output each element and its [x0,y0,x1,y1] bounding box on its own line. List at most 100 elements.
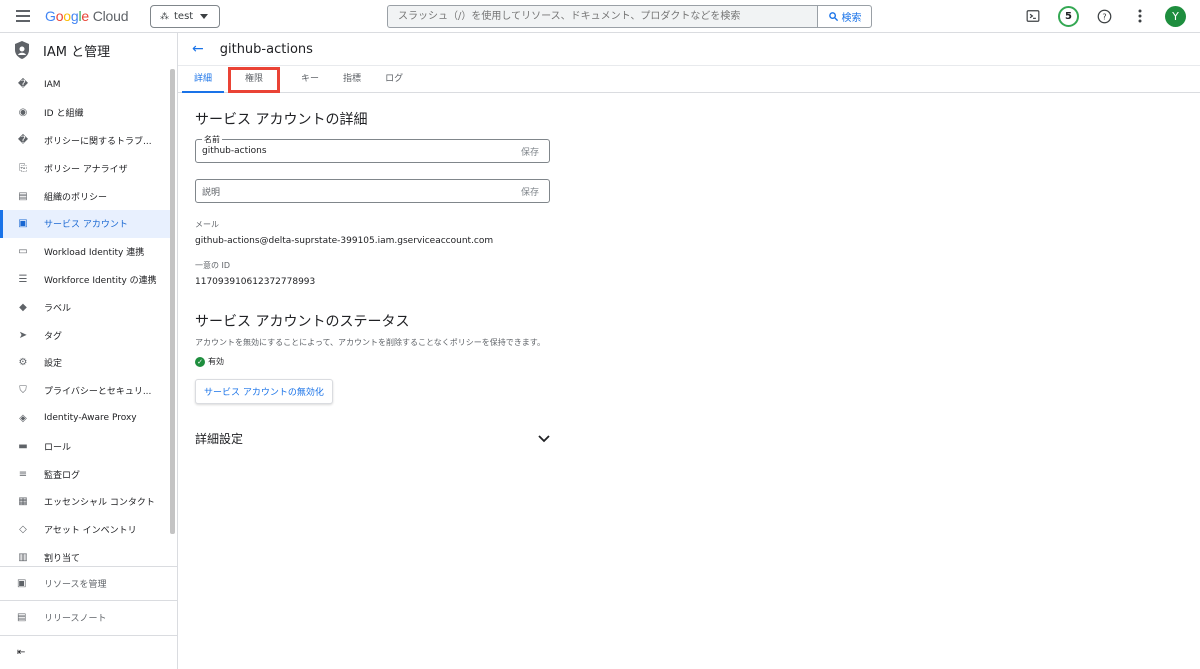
sidebar-item[interactable]: ◆ ラベル [0,293,170,321]
sidebar-item[interactable]: ⎘ ポリシー アナライザ [0,154,170,182]
sidebar-item-label: Identity-Aware Proxy [44,413,137,424]
status-badge: ✓ 有効 [195,356,555,367]
sidebar-item-label: プライバシーとセキュリ... [44,387,152,398]
wrench-icon: � [17,134,29,146]
cloud-shell-icon[interactable] [1022,5,1044,27]
disable-account-button[interactable]: サービス アカウントの無効化 [195,379,333,404]
sidebar-item[interactable]: ◇ アセット インベントリ [0,516,170,544]
sidebar-item-label: ID と組織 [44,109,84,120]
search-icon [828,12,838,22]
sidebar-item-label: ラベル [44,303,72,314]
iam-shield-icon [15,41,29,59]
search-bar: 検索 [387,5,872,28]
search-input[interactable] [388,6,817,27]
description-placeholder[interactable]: 説明 [202,185,521,198]
sidebar-item[interactable]: � IAM [0,71,170,99]
sidebar-item-label: エッセンシャル コンタクト [44,498,155,509]
tab-3[interactable]: 指標 [331,67,373,93]
label-icon: ◆ [19,301,27,313]
google-cloud-logo[interactable]: Google Cloud [45,8,128,24]
top-icons: 5 ? Y [1022,5,1186,27]
service-account-icon: ▣ [18,218,28,230]
quota-icon: ▥ [18,551,28,563]
avatar[interactable]: Y [1165,5,1186,27]
status-value: 有効 [208,357,224,366]
sidebar-item-label: 組織のポリシー [44,192,108,203]
sidebar-item-label: ポリシー アナライザ [44,164,128,175]
back-arrow-icon[interactable]: ← [192,41,204,57]
id-card-icon: ▭ [18,246,28,258]
more-vert-icon[interactable] [1129,5,1151,27]
sidebar-item-manage-resources[interactable]: ▣ リソースを管理 [0,566,178,600]
email-value: github-actions@delta-suprstate-399105.ia… [195,236,494,246]
logo-cloud-text: Cloud [92,8,129,24]
help-icon[interactable]: ? [1093,5,1115,27]
name-save-button[interactable]: 保存 [521,145,539,158]
sidebar-item-release-notes[interactable]: ▤ リリースノート [0,600,178,634]
sidebar-item[interactable]: ☰ Workforce Identity の連携 [0,266,170,294]
account-circle-icon: ◉ [18,107,28,119]
analyzer-icon: ⎘ [19,162,27,174]
shield-icon: ⛉ [19,385,27,397]
release-notes-icon: ▤ [17,612,27,623]
sidebar-item[interactable]: ▬ ロール [0,432,170,460]
search-button[interactable]: 検索 [817,6,871,27]
logo-google-text: Google [45,8,89,24]
diamond-icon: ◇ [19,524,27,536]
sidebar-item-label: 割り当て [44,553,81,564]
tab-0[interactable]: 詳細 [182,67,225,93]
sidebar-item[interactable]: ▤ 組織のポリシー [0,182,170,210]
sidebar-item[interactable]: ▦ エッセンシャル コンタクト [0,488,170,516]
collapse-icon: ⇤ [17,647,26,658]
status-description: アカウントを無効にすることによって、アカウントを削除することなくポリシーを保持で… [195,338,545,347]
project-picker[interactable]: ⁂ test [150,5,220,28]
sidebar-item[interactable]: � ポリシーに関するトラブ... [0,127,170,155]
sidebar-item-label: Workforce Identity の連携 [44,275,157,286]
gear-icon: ⚙ [18,357,28,369]
name-field-label: 名前 [202,134,222,145]
menu-icon[interactable] [16,10,30,22]
tab-bar: 詳細 権限 キー 指標 ログ [178,67,1200,93]
email-label: メール [195,220,219,229]
name-field[interactable]: 名前 github-actions 保存 [195,134,550,163]
chevron-down-icon [538,434,550,442]
hat-icon: ▬ [18,440,28,452]
sidebar-item-label: アセット インベントリ [44,526,137,537]
advanced-settings-toggle[interactable]: 詳細設定 [195,430,550,447]
manage-resources-label: リソースを管理 [44,580,107,590]
sidebar-collapse[interactable]: ⇤ [0,635,178,669]
sidebar-header: IAM と管理 [0,33,177,67]
sidebar-item[interactable]: ▣ サービス アカウント [0,209,170,238]
main-content: ← github-actions 詳細 権限 キー 指標 ログ サービス アカウントの詳… [178,33,1200,669]
unique-id-value: 117093910612372778993 [195,277,316,287]
tab-2[interactable]: キー [289,67,331,93]
sidebar-nav: � IAM ◉ ID と組織 � ポリシーに関するトラブ... ⎘ ポリシー アナライザ ▤ 組織… [0,71,170,571]
description-save-button[interactable]: 保存 [521,185,539,198]
details-content: サービス アカウントの詳細 名前 github-actions 保存 説明 保存… [195,109,555,447]
sidebar-item-label: タグ [44,331,63,342]
check-circle-icon: ✓ [195,356,205,367]
sidebar-item[interactable]: ◈ Identity-Aware Proxy [0,405,170,433]
sidebar-item[interactable]: ⚙ 設定 [0,349,170,377]
sidebar-item[interactable]: ▭ Workload Identity 連携 [0,238,170,266]
list-icon: ☰ [18,273,28,285]
caret-down-icon [200,14,209,19]
sidebar-item-label: ポリシーに関するトラブ... [44,136,152,147]
name-field-value[interactable]: github-actions [202,146,521,156]
sidebar-item[interactable]: ◉ ID と組織 [0,99,170,127]
sidebar-item[interactable]: ⛉ プライバシーとセキュリ... [0,377,170,405]
sidebar-item-label: サービス アカウント [44,220,128,231]
sidebar-title: IAM と管理 [43,44,111,60]
unique-id-label: 一意の ID [195,261,231,270]
notifications-badge[interactable]: 5 [1058,5,1079,27]
tab-4[interactable]: ログ [373,67,415,93]
advanced-settings-heading: 詳細設定 [195,432,244,446]
sidebar-scrollbar[interactable] [170,69,175,534]
sidebar-item-label: Workload Identity 連携 [44,248,145,259]
tab-1[interactable]: 権限 [228,67,281,93]
folder-gear-icon: ▣ [17,578,27,589]
release-notes-label: リリースノート [44,614,107,624]
sidebar-item[interactable]: ≡ 監査ログ [0,460,170,488]
sidebar-item[interactable]: ➤ タグ [0,321,170,349]
description-field[interactable]: 説明 保存 [195,179,550,203]
